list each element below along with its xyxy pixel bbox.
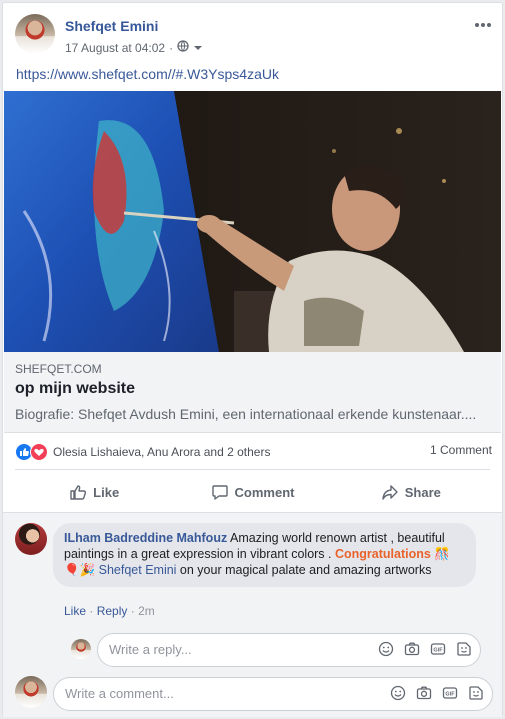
sticker-icon[interactable]	[456, 641, 472, 657]
gif-icon[interactable]: GIF	[442, 685, 458, 701]
love-icon	[30, 443, 48, 461]
link-title[interactable]: op mijn website	[15, 380, 135, 398]
reactions-summary[interactable]: Olesia Lishaieva, Anu Arora and 2 others	[15, 443, 270, 461]
link-description: Biografie: Shefqet Avdush Emini, een int…	[15, 406, 477, 422]
action-bar: Like Comment Share	[15, 474, 490, 510]
sticker-icon[interactable]	[468, 685, 484, 701]
comment-bubble: ILham Badreddine Mahfouz Amazing world r…	[53, 523, 476, 587]
link-preview[interactable]: SHEFQET.COM op mijn website Biografie: S…	[4, 352, 501, 433]
more-dots-icon[interactable]	[474, 15, 492, 33]
comment-button[interactable]: Comment	[173, 474, 331, 510]
globe-icon[interactable]	[177, 40, 189, 55]
thumbs-up-icon	[70, 485, 87, 500]
emoji-icon[interactable]	[378, 641, 394, 657]
comment-reply-link[interactable]: Reply	[97, 604, 128, 618]
reply-placeholder: Write a reply...	[109, 642, 192, 657]
post-card: Shefqet Emini 17 August at 04:02 · https…	[2, 2, 503, 717]
comment-congrats: Congratulations	[334, 547, 431, 561]
link-preview-image[interactable]	[4, 91, 501, 352]
comment-text-2: on your magical palate and amazing artwo…	[176, 563, 432, 577]
svg-text:GIF: GIF	[433, 648, 443, 654]
like-label: Like	[93, 484, 120, 500]
camera-icon[interactable]	[404, 641, 420, 657]
viewer-avatar[interactable]	[15, 676, 47, 708]
share-icon	[382, 485, 398, 500]
reply-input[interactable]: Write a reply... GIF	[97, 633, 481, 667]
chevron-down-icon[interactable]	[193, 41, 203, 55]
author-name[interactable]: Shefqet Emini	[65, 18, 158, 34]
author-avatar[interactable]	[15, 14, 55, 54]
comment-count[interactable]: 1 Comment	[430, 443, 492, 457]
comment-label: Comment	[234, 484, 295, 500]
reply-avatar[interactable]	[71, 639, 91, 659]
like-button[interactable]: Like	[15, 474, 173, 510]
comments-section: ILham Badreddine Mahfouz Amazing world r…	[3, 512, 502, 717]
post-link[interactable]: https://www.shefqet.com//#.W3Ysps4zaUk	[16, 66, 279, 82]
svg-text:GIF: GIF	[445, 692, 455, 698]
camera-icon[interactable]	[416, 685, 432, 701]
share-label: Share	[404, 484, 441, 500]
comment-like-link[interactable]: Like	[64, 604, 86, 618]
divider	[15, 469, 490, 470]
comment-icon	[211, 485, 228, 500]
comment-actions: Like · Reply · 2m	[64, 604, 155, 618]
comment-time[interactable]: 2m	[138, 604, 155, 618]
comment-author[interactable]: ILham Badreddine Mahfouz	[64, 531, 227, 545]
comment-input[interactable]: Write a comment... GIF	[53, 677, 493, 711]
reaction-names[interactable]: Olesia Lishaieva, Anu Arora and 2 others	[53, 445, 270, 459]
gif-icon[interactable]: GIF	[430, 641, 446, 657]
link-domain: SHEFQET.COM	[15, 362, 102, 376]
post-meta: 17 August at 04:02 ·	[65, 40, 203, 55]
commenter-avatar[interactable]	[15, 523, 47, 555]
comment-placeholder: Write a comment...	[65, 686, 174, 701]
share-button[interactable]: Share	[332, 474, 490, 510]
post-date[interactable]: 17 August at 04:02	[65, 41, 165, 55]
emoji-icon[interactable]	[390, 685, 406, 701]
comment-tag[interactable]: Shefqet Emini	[99, 563, 177, 577]
